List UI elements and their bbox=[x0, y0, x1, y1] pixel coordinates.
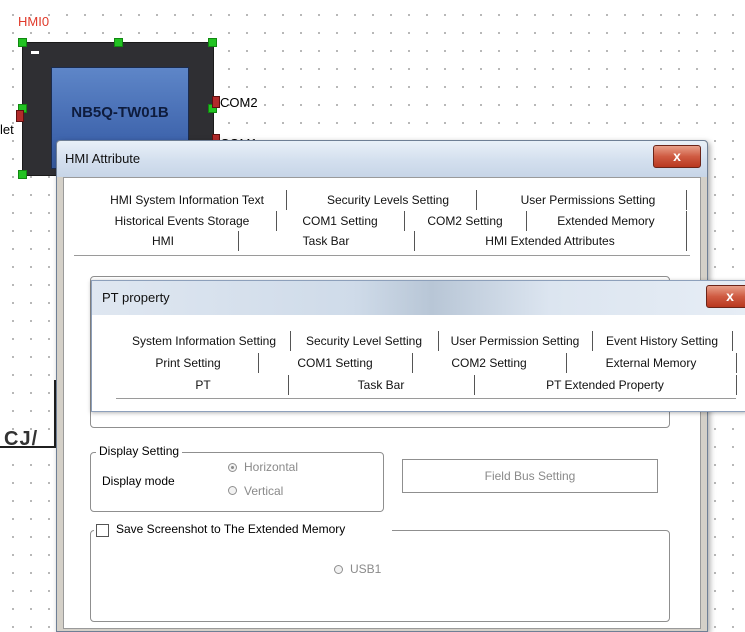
pt-dialog-title: PT property bbox=[102, 290, 170, 305]
save-screenshot-checkbox[interactable] bbox=[96, 524, 109, 537]
device-model-label: NB5Q-TW01B bbox=[71, 104, 169, 121]
tab-extended-memory[interactable]: Extended Memory bbox=[526, 211, 687, 231]
com2-port-label: COM2 bbox=[220, 95, 258, 110]
ethernet-port[interactable] bbox=[16, 110, 24, 122]
display-mode-label: Display mode bbox=[102, 474, 175, 488]
tab-user-permission-setting[interactable]: User Permission Setting bbox=[438, 331, 593, 351]
tab-pt-com1-setting[interactable]: COM1 Setting bbox=[258, 353, 413, 373]
tab-print-setting[interactable]: Print Setting bbox=[118, 353, 259, 373]
tab-pt[interactable]: PT bbox=[118, 375, 289, 395]
tab-external-memory[interactable]: External Memory bbox=[566, 353, 737, 373]
selection-handle[interactable] bbox=[18, 170, 27, 179]
tab-security-level-setting[interactable]: Security Level Setting bbox=[290, 331, 439, 351]
tab-hmi-system-information-text[interactable]: HMI System Information Text bbox=[88, 190, 287, 210]
selection-handle[interactable] bbox=[208, 38, 217, 47]
usb1-label: USB1 bbox=[350, 562, 382, 576]
tab-pt-extended-property[interactable]: PT Extended Property bbox=[474, 375, 737, 395]
horizontal-radio[interactable] bbox=[228, 463, 237, 472]
device-tag: HMI0 bbox=[18, 14, 50, 29]
horizontal-label: Horizontal bbox=[244, 460, 299, 474]
tab-system-information-setting[interactable]: System Information Setting bbox=[118, 331, 291, 351]
pt-tab-row-1: System Information Setting Security Leve… bbox=[92, 331, 745, 353]
close-icon: x bbox=[726, 288, 734, 304]
tab-user-permissions-setting[interactable]: User Permissions Setting bbox=[490, 190, 687, 210]
usb1-radio[interactable] bbox=[334, 565, 343, 574]
save-screenshot-header: Save Screenshot to The Extended Memory bbox=[94, 522, 392, 538]
dialog-titlebar[interactable]: HMI Attribute x bbox=[57, 141, 707, 177]
pt-property-dialog: PT property x System Information Setting… bbox=[91, 280, 745, 412]
com2-port[interactable] bbox=[212, 96, 220, 108]
tab-hmi[interactable]: HMI bbox=[88, 231, 239, 251]
partial-port-label: let bbox=[0, 122, 14, 137]
save-screenshot-group bbox=[90, 530, 670, 622]
tab-row-1: HMI System Information Text Security Lev… bbox=[64, 190, 700, 212]
pt-tab-row-3: PT Task Bar PT Extended Property bbox=[92, 375, 745, 397]
tab-row-2: Historical Events Storage COM1 Setting C… bbox=[64, 211, 700, 233]
device-led-indicator bbox=[31, 51, 39, 54]
display-setting-label: Display Setting bbox=[96, 444, 183, 458]
dialog-title: HMI Attribute bbox=[65, 151, 141, 166]
tab-com1-setting[interactable]: COM1 Setting bbox=[276, 211, 405, 231]
pt-close-button[interactable]: x bbox=[706, 285, 745, 308]
pt-dialog-titlebar[interactable]: PT property x bbox=[92, 281, 745, 315]
selection-handle[interactable] bbox=[114, 38, 123, 47]
tab-security-levels-setting[interactable]: Security Levels Setting bbox=[300, 190, 477, 210]
plc-label: CJ/ bbox=[4, 428, 39, 450]
field-bus-setting-button[interactable]: Field Bus Setting bbox=[402, 459, 658, 493]
vertical-label: Vertical bbox=[244, 484, 284, 498]
selection-handle[interactable] bbox=[18, 38, 27, 47]
close-button[interactable]: x bbox=[653, 145, 701, 168]
tab-row-3: HMI Task Bar HMI Extended Attributes bbox=[64, 231, 700, 255]
pt-tab-row-2: Print Setting COM1 Setting COM2 Setting … bbox=[92, 353, 745, 375]
save-screenshot-label: Save Screenshot to The Extended Memory bbox=[116, 522, 346, 536]
tab-historical-events-storage[interactable]: Historical Events Storage bbox=[88, 211, 277, 231]
tab-pt-com2-setting[interactable]: COM2 Setting bbox=[412, 353, 567, 373]
tab-pt-task-bar[interactable]: Task Bar bbox=[288, 375, 475, 395]
tab-hmi-extended-attributes[interactable]: HMI Extended Attributes bbox=[414, 231, 687, 251]
tab-divider bbox=[74, 255, 690, 256]
pt-tab-divider bbox=[116, 398, 736, 399]
vertical-radio[interactable] bbox=[228, 486, 237, 495]
tab-task-bar[interactable]: Task Bar bbox=[238, 231, 415, 251]
tab-com2-setting[interactable]: COM2 Setting bbox=[404, 211, 527, 231]
tab-event-history-setting[interactable]: Event History Setting bbox=[592, 331, 733, 351]
close-icon: x bbox=[673, 148, 681, 164]
